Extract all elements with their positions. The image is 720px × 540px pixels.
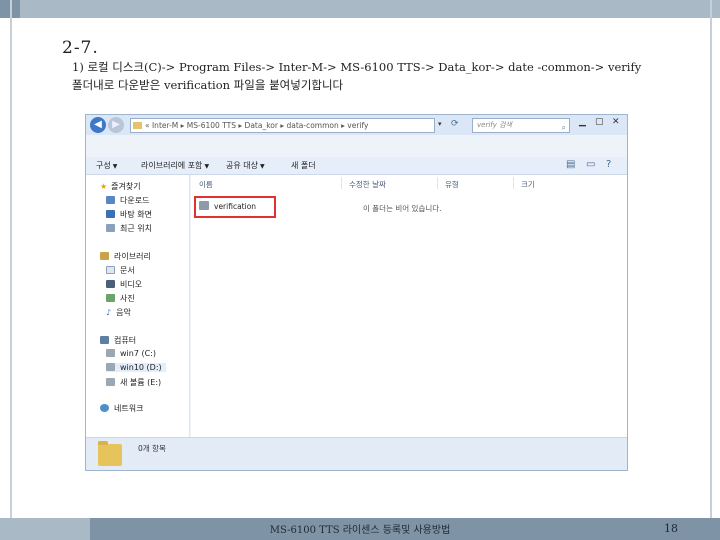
help-icon[interactable]: ? — [606, 159, 611, 170]
documents-icon — [106, 266, 115, 274]
explorer-titlebar: ◀ ▶ « Inter-M ▸ MS-6100 TTS ▸ Data_kor ▸… — [86, 115, 627, 135]
music-icon: ♪ — [106, 308, 112, 317]
instruction-text: 1) 로컬 디스크(C)-> Program Files-> Inter-M->… — [72, 60, 642, 92]
nav-videos[interactable]: 비디오 — [106, 279, 142, 290]
search-input[interactable]: verify 검색 ⌕ — [472, 118, 570, 133]
nav-documents[interactable]: 문서 — [106, 265, 135, 276]
search-placeholder: verify 검색 — [477, 121, 512, 129]
nav-computer[interactable]: 컴퓨터 — [100, 335, 136, 346]
section-title: 2-7. — [62, 38, 99, 58]
download-icon — [106, 196, 115, 204]
chevron-down-icon: ▼ — [204, 163, 210, 170]
nav-pictures[interactable]: 사진 — [106, 293, 135, 304]
nav-drive-d[interactable]: win10 (D:) — [106, 363, 166, 372]
column-divider — [341, 177, 342, 189]
folder-icon — [98, 441, 122, 466]
folder-icon — [133, 122, 142, 129]
nav-network[interactable]: 네트워크 — [100, 403, 143, 414]
address-path: « Inter-M ▸ MS-6100 TTS ▸ Data_kor ▸ dat… — [145, 121, 369, 130]
empty-folder-message: 이 폴더는 비어 있습니다. — [363, 204, 442, 213]
column-type[interactable]: 유형 — [445, 179, 459, 190]
recent-places-icon — [106, 224, 115, 232]
pictures-icon — [106, 294, 115, 302]
slide-left-rule — [10, 0, 12, 540]
close-icon[interactable]: ✕ — [612, 117, 620, 127]
include-library-button[interactable]: 라이브러리에 포함 ▼ — [141, 160, 209, 171]
explorer-toolbar: 구성 ▼ 라이브러리에 포함 ▼ 공유 대상 ▼ 새 폴더 ▤ ▭ ? — [86, 157, 627, 175]
view-options-icon[interactable]: ▤ — [566, 159, 575, 170]
videos-icon — [106, 280, 115, 288]
column-name[interactable]: 이름 — [199, 179, 213, 190]
back-arrow-icon[interactable]: ◀ — [90, 117, 106, 133]
page-number: 18 — [664, 522, 678, 535]
nav-drive-e[interactable]: 새 볼륨 (E:) — [106, 377, 161, 388]
drive-icon — [106, 378, 115, 386]
navigation-pane: ★ 즐겨찾기 다운로드 바탕 화면 최근 위치 라이브러리 문서 비디오 사진 ♪… — [86, 175, 190, 437]
column-modified[interactable]: 수정한 날짜 — [349, 179, 386, 190]
new-folder-button[interactable]: 새 폴더 — [291, 160, 316, 171]
share-button[interactable]: 공유 대상 ▼ — [226, 160, 265, 171]
nav-libraries[interactable]: 라이브러리 — [100, 251, 151, 262]
column-divider — [513, 177, 514, 189]
refresh-icon[interactable]: ⟳ — [451, 119, 459, 129]
search-icon: ⌕ — [561, 123, 566, 132]
address-dropdown-icon[interactable]: ▾ — [438, 120, 442, 128]
nav-recent[interactable]: 최근 위치 — [106, 223, 152, 234]
chevron-down-icon: ▼ — [259, 163, 265, 170]
drive-icon — [106, 363, 115, 371]
minimize-icon[interactable]: ▁ — [579, 117, 586, 127]
organize-button[interactable]: 구성 ▼ — [96, 160, 117, 171]
network-icon — [100, 404, 109, 412]
footer-title: MS-6100 TTS 라이센스 등록및 사용방법 — [269, 525, 451, 536]
library-icon — [100, 252, 109, 260]
nav-drive-c[interactable]: win7 (C:) — [106, 349, 156, 358]
preview-pane-icon[interactable]: ▭ — [586, 159, 595, 170]
computer-icon — [100, 336, 109, 344]
nav-music[interactable]: ♪ 음악 — [106, 307, 131, 318]
explorer-window: ◀ ▶ « Inter-M ▸ MS-6100 TTS ▸ Data_kor ▸… — [85, 114, 628, 471]
column-divider — [437, 177, 438, 189]
column-size[interactable]: 크기 — [521, 179, 535, 190]
slide-right-rule — [710, 0, 712, 540]
forward-arrow-icon[interactable]: ▶ — [108, 117, 124, 133]
item-count: 0개 항목 — [138, 444, 166, 453]
details-pane: 0개 항목 — [86, 437, 627, 470]
nav-downloads[interactable]: 다운로드 — [106, 195, 149, 206]
chevron-down-icon: ▼ — [112, 163, 118, 170]
nav-favorites[interactable]: ★ 즐겨찾기 — [100, 181, 141, 192]
drive-icon — [106, 349, 115, 357]
file-item-verification[interactable]: verification — [199, 201, 256, 211]
file-icon — [199, 201, 209, 210]
star-icon: ★ — [100, 182, 108, 191]
slide-top-band-accent — [20, 0, 720, 18]
maximize-icon[interactable]: ▢ — [595, 117, 604, 127]
desktop-icon — [106, 210, 115, 218]
nav-desktop[interactable]: 바탕 화면 — [106, 209, 152, 220]
address-bar[interactable]: « Inter-M ▸ MS-6100 TTS ▸ Data_kor ▸ dat… — [130, 118, 435, 133]
